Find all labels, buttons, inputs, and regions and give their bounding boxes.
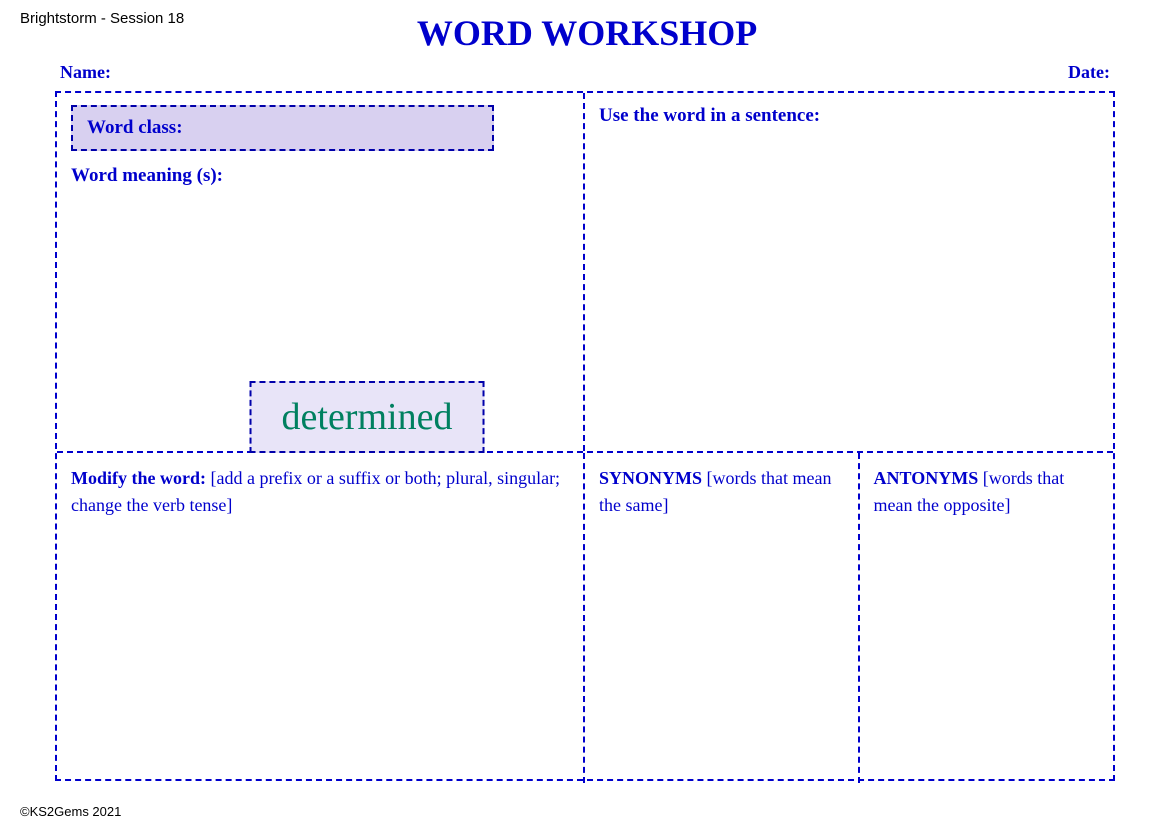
- page-header: Brightstorm - Session 18 WORD WORKSHOP: [0, 0, 1170, 54]
- antonyms-bold: ANTONYMS: [874, 468, 979, 488]
- modify-label: Modify the word: [add a prefix or a suff…: [71, 465, 569, 519]
- name-label: Name:: [60, 62, 111, 83]
- word-class-box: Word class:: [71, 105, 494, 151]
- word-class-label: Word class:: [87, 117, 183, 138]
- session-label: Brightstorm - Session 18: [20, 10, 184, 27]
- right-column: Use the word in a sentence:: [585, 93, 1113, 451]
- sentence-label: Use the word in a sentence:: [599, 105, 1099, 127]
- date-label: Date:: [1068, 62, 1110, 83]
- left-column: Word class: Word meaning (s): determined: [57, 93, 585, 451]
- bottom-section: Modify the word: [add a prefix or a suff…: [57, 453, 1113, 783]
- footer: ©KS2Gems 2021: [20, 804, 121, 819]
- antonyms-column: ANTONYMS [words that mean the opposite]: [860, 453, 1113, 783]
- modify-column: Modify the word: [add a prefix or a suff…: [57, 453, 585, 783]
- center-word: determined: [282, 396, 453, 438]
- word-meaning-label: Word meaning (s):: [71, 165, 569, 187]
- antonyms-label: ANTONYMS [words that mean the opposite]: [874, 465, 1099, 519]
- synonyms-column: SYNONYMS [words that mean the same]: [585, 453, 860, 783]
- top-section: Word class: Word meaning (s): determined…: [57, 93, 1113, 453]
- name-date-row: Name: Date:: [0, 54, 1170, 91]
- synonyms-label: SYNONYMS [words that mean the same]: [599, 465, 844, 519]
- center-word-box: determined: [250, 381, 485, 453]
- copyright-label: ©KS2Gems 2021: [20, 804, 121, 819]
- worksheet: Word class: Word meaning (s): determined…: [55, 91, 1115, 781]
- synonyms-bold: SYNONYMS: [599, 468, 702, 488]
- main-title: WORD WORKSHOP: [184, 10, 990, 54]
- modify-bold: Modify the word:: [71, 468, 206, 488]
